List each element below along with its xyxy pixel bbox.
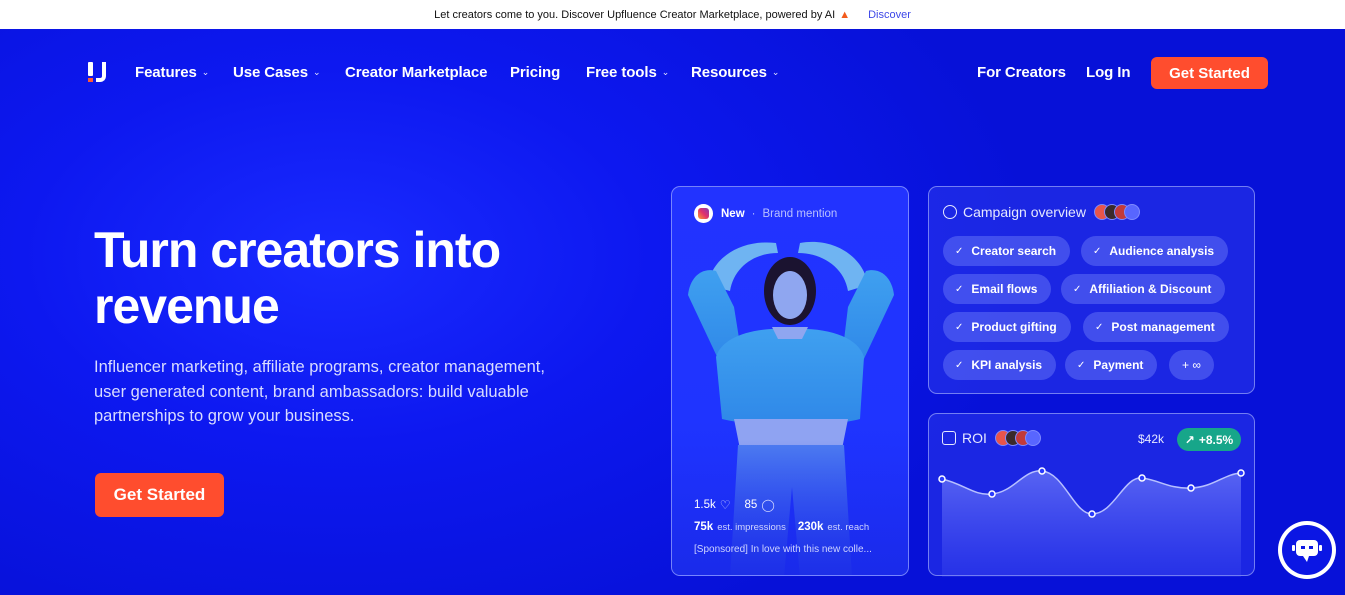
- chevron-down-icon: ⌄: [771, 67, 780, 77]
- chip-label: Affiliation & Discount: [1089, 282, 1212, 296]
- post-header: New · Brand mention: [694, 204, 837, 223]
- roi-change-badge: ↗ +8.5%: [1177, 428, 1241, 451]
- reach-value: 230k: [797, 521, 824, 533]
- roi-point: [1187, 484, 1195, 492]
- chip-label: Product gifting: [971, 320, 1057, 334]
- chip-affiliation-discount: ✓ Affiliation & Discount: [1061, 274, 1226, 304]
- check-icon: ✓: [955, 359, 964, 371]
- nav-features[interactable]: Features ⌄: [135, 64, 209, 81]
- post-badge-new: New: [721, 207, 745, 220]
- nav-login[interactable]: Log In: [1086, 64, 1130, 81]
- avatar-count: [1024, 430, 1041, 446]
- check-icon: ✓: [1095, 321, 1104, 333]
- chevron-down-icon: ⌄: [661, 67, 670, 77]
- roi-point: [988, 490, 996, 498]
- check-icon: ✓: [1077, 359, 1086, 371]
- chip-product-gifting: ✓ Product gifting: [943, 312, 1071, 342]
- chip-more: + ∞: [1169, 350, 1214, 380]
- post-reach: 75k est. impressions 230k est. reach: [694, 521, 881, 533]
- hero-get-started-button[interactable]: Get Started: [95, 473, 224, 517]
- post-engagement: 1.5k ♡ 85 ◯: [694, 498, 789, 512]
- upfluence-logo-icon[interactable]: [88, 62, 106, 82]
- roi-point: [1138, 474, 1146, 482]
- roi-value: $42k: [1138, 432, 1165, 446]
- roi-point: [1038, 467, 1046, 475]
- impressions-label: est. impressions: [717, 522, 786, 533]
- hero-subtext: Influencer marketing, affiliate programs…: [94, 358, 545, 425]
- impressions-value: 75k: [694, 521, 714, 533]
- chatbot-button[interactable]: [1278, 521, 1336, 579]
- announcement-text: Let creators come to you. Discover Upflu…: [434, 8, 836, 21]
- post-type: Brand mention: [762, 207, 838, 220]
- chip-email-flows: ✓ Email flows: [943, 274, 1052, 304]
- trend-up-icon: ↗: [1184, 432, 1195, 447]
- nav-use-cases-label: Use Cases: [233, 64, 308, 81]
- reach-label: est. reach: [827, 522, 870, 533]
- roi-line-chart: [938, 467, 1245, 577]
- roi-change: +8.5%: [1198, 432, 1234, 447]
- chip-kpi-analysis: ✓ KPI analysis: [943, 350, 1057, 380]
- comment-icon: ◯: [761, 498, 775, 512]
- nav-for-creators-label: For Creators: [977, 64, 1066, 81]
- check-icon: ✓: [955, 321, 964, 333]
- roi-icon: [942, 431, 956, 445]
- chatbot-icon: [1292, 540, 1322, 562]
- chip-label: Creator search: [971, 244, 1057, 258]
- chip-audience-analysis: ✓ Audience analysis: [1081, 236, 1229, 266]
- comments-count: 85: [744, 499, 758, 511]
- nav-resources-label: Resources: [691, 64, 767, 81]
- roi-area: [942, 470, 1241, 577]
- campaign-title-row: Campaign overview: [943, 204, 1140, 220]
- chip-post-management: ✓ Post management: [1083, 312, 1229, 342]
- check-icon: ✓: [955, 245, 964, 257]
- creator-photo: [672, 187, 908, 575]
- chip-label: Email flows: [971, 282, 1038, 296]
- roi-point: [1088, 510, 1096, 518]
- check-icon: ✓: [955, 283, 964, 295]
- instagram-icon: [694, 204, 713, 223]
- roi-title-row: ROI: [942, 430, 1041, 446]
- announcement-bar: Let creators come to you. Discover Upflu…: [0, 0, 1345, 29]
- nav-pricing[interactable]: Pricing: [510, 64, 560, 81]
- check-icon: ✓: [1093, 245, 1102, 257]
- roi-title: ROI: [962, 430, 987, 446]
- chip-label: Payment: [1093, 358, 1144, 372]
- campaign-icon: [943, 205, 957, 219]
- campaign-title: Campaign overview: [963, 204, 1086, 220]
- separator-dot: ·: [751, 207, 756, 220]
- chip-label: Post management: [1111, 320, 1215, 334]
- creator-avatars: [1093, 204, 1140, 220]
- roi-point: [1237, 469, 1245, 477]
- flame-icon: ▲: [839, 8, 851, 21]
- chip-creator-search: ✓ Creator search: [943, 236, 1071, 266]
- nav-creator-marketplace[interactable]: Creator Marketplace: [345, 64, 487, 81]
- nav-free-tools[interactable]: Free tools ⌄: [586, 64, 669, 81]
- nav-free-tools-label: Free tools: [586, 64, 657, 81]
- chevron-down-icon: ⌄: [313, 67, 321, 77]
- nav-login-label: Log In: [1086, 64, 1131, 81]
- chevron-down-icon: ⌄: [201, 67, 210, 77]
- avatar-count: [1123, 204, 1140, 220]
- nav-get-started-button[interactable]: Get Started: [1151, 57, 1268, 89]
- likes-count: 1.5k: [694, 499, 716, 511]
- check-icon: ✓: [1073, 283, 1082, 295]
- post-preview-card: New · Brand mention 1.5k ♡ 85 ◯ 75k est.…: [671, 186, 909, 576]
- chip-label: Audience analysis: [1109, 244, 1215, 258]
- nav-pricing-label: Pricing: [510, 64, 561, 81]
- nav-for-creators[interactable]: For Creators: [977, 64, 1066, 81]
- post-caption: [Sponsored] In love with this new colle.…: [694, 544, 872, 555]
- nav-features-label: Features: [135, 64, 197, 81]
- creator-avatars: [994, 430, 1041, 446]
- roi-card: ROI $42k ↗ +8.5%: [928, 413, 1255, 577]
- nav-use-cases[interactable]: Use Cases ⌄: [233, 64, 321, 81]
- campaign-overview-card: Campaign overview ✓ Creator search ✓ Audie…: [928, 186, 1255, 394]
- nav-resources[interactable]: Resources ⌄: [691, 64, 779, 81]
- heart-icon: ♡: [719, 498, 731, 512]
- discover-link[interactable]: Discover: [868, 9, 911, 21]
- chip-payment: ✓ Payment: [1065, 350, 1158, 380]
- roi-point: [938, 475, 946, 483]
- hero-headline: Turn creators into revenue: [94, 222, 501, 334]
- nav-creator-marketplace-label: Creator Marketplace: [345, 64, 488, 81]
- chip-label: KPI analysis: [971, 358, 1043, 372]
